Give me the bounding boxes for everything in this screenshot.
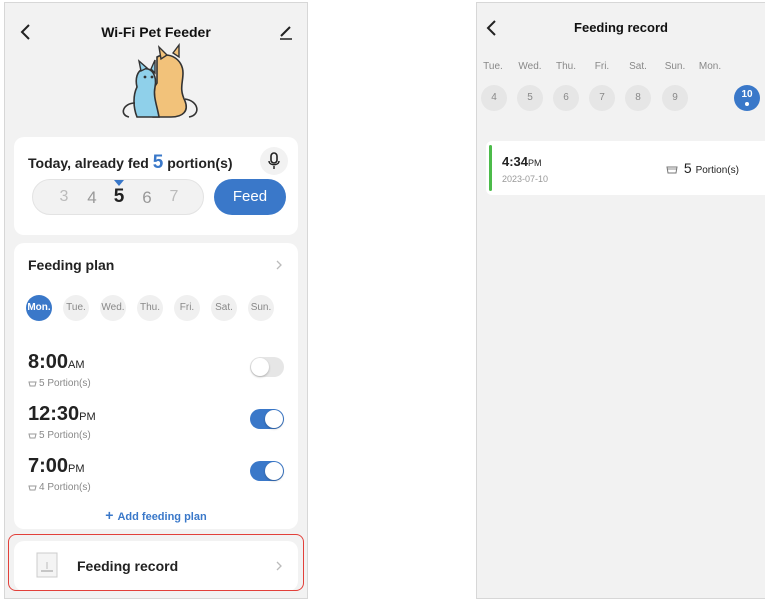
day-number[interactable]: 7 bbox=[589, 85, 615, 111]
plan-item[interactable]: 12:30PM 5 Portion(s) bbox=[28, 403, 284, 447]
portion-picker[interactable]: 3 4 5 6 7 bbox=[32, 179, 204, 215]
plan-ampm: PM bbox=[68, 463, 85, 475]
feeding-plan-title: Feeding plan bbox=[28, 257, 115, 273]
plan-portion-text: 5 Portion(s) bbox=[39, 430, 91, 441]
plan-toggle[interactable] bbox=[250, 409, 284, 429]
feeding-plan-card: Feeding plan Mon. Tue. Wed. Thu. Fri. Sa… bbox=[14, 243, 298, 529]
day-thu[interactable]: Thu. bbox=[137, 295, 163, 321]
today-feeding-card: Today, already fed 5 portion(s) 3 4 5 6 … bbox=[14, 137, 298, 235]
record-time-value: 4:34 bbox=[502, 154, 529, 169]
day-name: Fri. bbox=[594, 61, 610, 72]
plan-item[interactable]: 8:00AM 5 Portion(s) bbox=[28, 351, 284, 395]
day-name: Wed. bbox=[518, 61, 542, 72]
toggle-knob bbox=[265, 462, 283, 480]
day-number[interactable]: 9 bbox=[662, 85, 688, 111]
plan-time-value: 7:00 bbox=[28, 455, 69, 477]
day-number[interactable]: 8 bbox=[625, 85, 651, 111]
day-name: Tue. bbox=[483, 61, 503, 72]
record-date: 2023-07-10 bbox=[502, 174, 549, 184]
record-dot-icon bbox=[745, 102, 749, 106]
day-number[interactable]: 5 bbox=[517, 85, 543, 111]
picker-option[interactable]: 6 bbox=[136, 188, 158, 208]
plan-toggle[interactable] bbox=[250, 461, 284, 481]
back-arrow-icon[interactable] bbox=[17, 21, 35, 43]
plan-time-value: 8:00 bbox=[28, 351, 69, 373]
bowl-icon bbox=[28, 485, 37, 491]
plan-time: 12:30PM bbox=[28, 403, 96, 426]
header: Feeding record bbox=[477, 3, 765, 63]
chevron-right-icon[interactable] bbox=[274, 259, 284, 271]
feed-button[interactable]: Feed bbox=[214, 179, 286, 215]
day-mon[interactable]: Mon. bbox=[26, 295, 52, 321]
fed-summary: Today, already fed 5 portion(s) bbox=[28, 152, 233, 174]
record-unit: Portion(s) bbox=[695, 165, 739, 176]
day-sat[interactable]: Sat. bbox=[211, 295, 237, 321]
bowl-icon bbox=[666, 166, 678, 174]
plan-toggle[interactable] bbox=[250, 357, 284, 377]
day-sun[interactable]: Sun. bbox=[248, 295, 274, 321]
day-name: Thu. bbox=[555, 61, 576, 72]
day-tue[interactable]: Tue. bbox=[63, 295, 89, 321]
toggle-knob bbox=[251, 358, 269, 376]
day-number-selected[interactable]: 10 bbox=[734, 85, 760, 111]
plan-item[interactable]: 7:00PM 4 Portion(s) bbox=[28, 455, 284, 499]
fed-count: 5 bbox=[152, 152, 164, 173]
plan-portion: 5 Portion(s) bbox=[28, 430, 91, 441]
plan-ampm: AM bbox=[68, 359, 85, 371]
add-feeding-plan-button[interactable]: + Add feeding plan bbox=[14, 507, 298, 523]
plan-time-value: 12:30 bbox=[28, 403, 80, 425]
edit-icon[interactable] bbox=[277, 23, 295, 41]
day-number[interactable]: 6 bbox=[553, 85, 579, 111]
picker-option[interactable]: 4 bbox=[81, 188, 103, 208]
feeding-record-link[interactable]: Feeding record bbox=[14, 541, 298, 591]
record-entry[interactable]: 4:34PM 2023-07-10 5 Portion(s) bbox=[486, 141, 765, 195]
day-wed[interactable]: Wed. bbox=[100, 295, 126, 321]
day-number-text: 10 bbox=[741, 89, 753, 100]
pet-feeder-screen: Wi-Fi Pet Feeder Today, already fed 5 po… bbox=[4, 2, 308, 599]
picker-option[interactable]: 7 bbox=[163, 188, 185, 206]
day-name: Sun. bbox=[664, 61, 686, 72]
day-fri[interactable]: Fri. bbox=[174, 295, 200, 321]
day-number[interactable]: 4 bbox=[481, 85, 507, 111]
record-status-bar bbox=[489, 145, 492, 191]
back-arrow-icon[interactable] bbox=[483, 17, 501, 39]
plan-time: 7:00PM bbox=[28, 455, 85, 478]
plus-icon: + bbox=[105, 507, 114, 523]
plan-time: 8:00AM bbox=[28, 351, 85, 374]
feeding-record-screen: Feeding record Tue. 4 Wed. 5 Thu. 6 Fri.… bbox=[476, 2, 765, 599]
record-day-selector: Tue. 4 Wed. 5 Thu. 6 Fri. 7 Sat. 8 Sun. … bbox=[477, 61, 765, 121]
day-name: Sat. bbox=[629, 61, 647, 72]
plan-portion: 4 Portion(s) bbox=[28, 482, 91, 493]
plan-portion-text: 4 Portion(s) bbox=[39, 482, 91, 493]
fed-prefix: Today, already fed bbox=[28, 155, 149, 171]
bowl-icon bbox=[28, 433, 37, 439]
picker-option-selected[interactable]: 5 bbox=[108, 186, 130, 208]
day-name: Mon. bbox=[698, 61, 722, 72]
add-feeding-plan-label: Add feeding plan bbox=[117, 511, 207, 523]
picker-option[interactable]: 3 bbox=[53, 188, 75, 206]
microphone-icon bbox=[268, 152, 280, 169]
chevron-right-icon bbox=[276, 561, 282, 571]
feeding-record-icon bbox=[36, 552, 58, 578]
plan-portion: 5 Portion(s) bbox=[28, 378, 91, 389]
plan-day-selector: Mon. Tue. Wed. Thu. Fri. Sat. Sun. bbox=[26, 295, 286, 321]
record-time: 4:34PM bbox=[502, 154, 542, 169]
page-title: Wi-Fi Pet Feeder bbox=[101, 24, 211, 40]
plan-ampm: PM bbox=[79, 411, 96, 423]
pet-illustration bbox=[122, 43, 198, 118]
fed-suffix: portion(s) bbox=[167, 155, 233, 171]
record-count: 5 bbox=[683, 160, 692, 176]
toggle-knob bbox=[265, 410, 283, 428]
feeding-record-label: Feeding record bbox=[77, 558, 179, 574]
page-title: Feeding record bbox=[574, 20, 668, 35]
record-ampm: PM bbox=[528, 158, 542, 168]
bowl-icon bbox=[28, 381, 37, 387]
record-portion: 5 Portion(s) bbox=[666, 160, 739, 176]
plan-portion-text: 5 Portion(s) bbox=[39, 378, 91, 389]
voice-button[interactable] bbox=[260, 147, 288, 175]
